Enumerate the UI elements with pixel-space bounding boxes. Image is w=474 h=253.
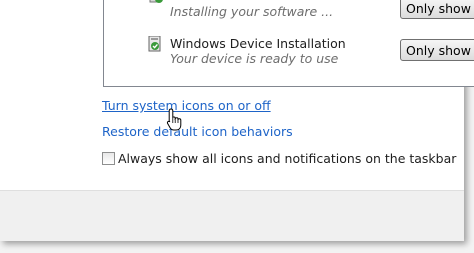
device-installer-icon [148, 0, 164, 13]
content-panel: Installing your software ... Only show W… [0, 0, 474, 190]
behavior-dropdown[interactable]: Only show [400, 0, 474, 19]
turn-system-icons-link[interactable]: Turn system icons on or off [102, 98, 271, 113]
item-status: Installing your software ... [170, 4, 334, 19]
restore-default-behaviors-link[interactable]: Restore default icon behaviors [102, 124, 293, 139]
windows-device-installation-icon [148, 35, 162, 56]
always-show-label: Always show all icons and notifications … [118, 151, 457, 166]
notification-area-icons-window: Installing your software ... Only show W… [0, 0, 474, 241]
list-item[interactable]: Windows Device Installation Your device … [104, 34, 474, 72]
item-title: Windows Device Installation [170, 36, 346, 51]
list-item[interactable]: Installing your software ... Only show [104, 0, 474, 19]
always-show-checkbox[interactable] [102, 152, 115, 165]
hand-pointer-icon [165, 108, 185, 136]
behavior-dropdown[interactable]: Only show [400, 39, 474, 61]
dialog-footer [0, 190, 464, 241]
item-status: Your device is ready to use [170, 51, 339, 66]
notification-icons-list[interactable]: Installing your software ... Only show W… [103, 0, 474, 87]
